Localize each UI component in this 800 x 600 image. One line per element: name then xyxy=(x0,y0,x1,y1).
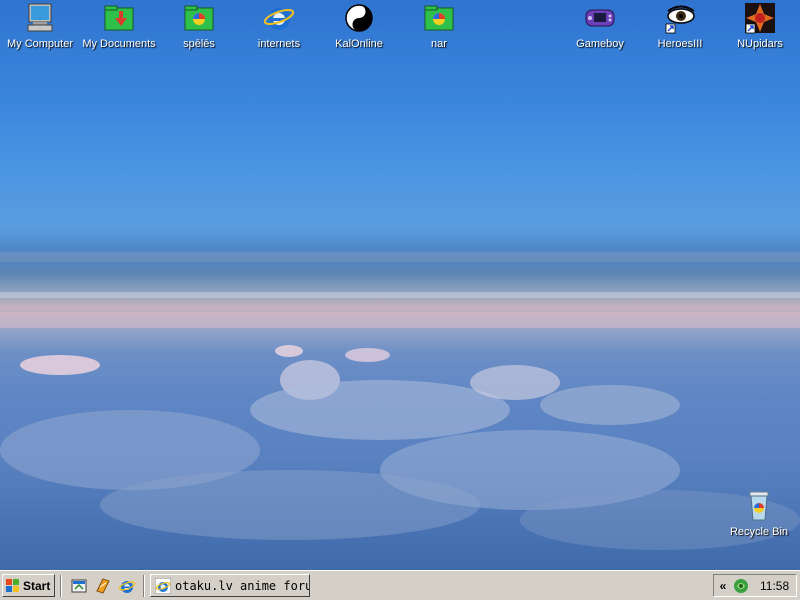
recycle-bin-icon xyxy=(749,491,769,521)
my-documents-icon xyxy=(104,5,134,31)
taskbar-button-otaku[interactable]: otaku.lv anime foru... xyxy=(150,574,310,597)
system-tray: « 11:58 xyxy=(713,574,797,597)
nupidars-icon xyxy=(745,3,775,34)
cloud xyxy=(275,345,303,357)
start-label: Start xyxy=(23,578,51,593)
desktop-icon-recycle-bin[interactable]: Recycle Bin xyxy=(719,490,799,538)
desktop-icon-nar[interactable]: nar xyxy=(399,2,479,50)
desktop-icon-nupidars[interactable]: NUpidars xyxy=(720,2,800,50)
cloud xyxy=(20,355,100,375)
media-icon[interactable] xyxy=(94,577,112,595)
desktop-icon-label: nar xyxy=(431,38,447,50)
desktop-icon-label: Gameboy xyxy=(576,38,624,50)
show-desktop-icon[interactable] xyxy=(70,577,88,595)
internet-explorer-icon[interactable] xyxy=(118,577,136,595)
taskbar-separator xyxy=(143,575,145,597)
internet-explorer-icon xyxy=(263,8,295,30)
heroes-iii-icon xyxy=(665,5,695,34)
horizon-streak xyxy=(0,292,800,298)
horizon-glow xyxy=(0,312,800,328)
desktop-icon-internets[interactable]: internets xyxy=(239,2,319,50)
desktop-icon-kalonline[interactable]: KalOnline xyxy=(319,2,399,50)
internet-explorer-icon xyxy=(155,577,171,594)
cloud xyxy=(280,360,340,400)
start-button[interactable]: Start xyxy=(2,574,55,597)
tray-chevron-icon[interactable]: « xyxy=(716,579,730,593)
taskbar: Start otaku.lv anime foru... « 11 xyxy=(0,570,800,600)
desktop-icon-label: Recycle Bin xyxy=(729,526,789,538)
desktop-icon-my-computer[interactable]: My Computer xyxy=(0,2,80,50)
clock[interactable]: 11:58 xyxy=(760,579,789,593)
desktop: My Computer My Documents spēlēs internet… xyxy=(0,0,800,570)
folder-speles-icon xyxy=(184,5,214,31)
desktop-icon-label: HeroesIII xyxy=(657,38,703,50)
desktop-icon-label: internets xyxy=(257,38,301,50)
desktop-icon-speles[interactable]: spēlēs xyxy=(159,2,239,50)
desktop-icon-heroesiii[interactable]: HeroesIII xyxy=(640,2,720,50)
kalonline-icon xyxy=(345,4,373,32)
desktop-icon-my-documents[interactable]: My Documents xyxy=(79,2,159,50)
taskbar-button-label: otaku.lv anime foru... xyxy=(175,578,309,593)
tray-app-icon[interactable] xyxy=(732,577,750,595)
horizon-streak xyxy=(0,252,800,262)
taskbar-separator xyxy=(60,575,62,597)
cloud xyxy=(380,430,680,510)
cloud xyxy=(470,365,560,400)
desktop-icon-gameboy[interactable]: Gameboy xyxy=(560,2,640,50)
cloud xyxy=(0,410,260,490)
desktop-icon-label: spēlēs xyxy=(183,38,215,50)
cloud xyxy=(345,348,390,362)
cloud xyxy=(540,385,680,425)
desktop-icon-label: My Documents xyxy=(82,38,156,50)
desktop-icon-label: My Computer xyxy=(6,38,74,50)
desktop-icon-label: KalOnline xyxy=(335,38,383,50)
desktop-icon-label: NUpidars xyxy=(737,38,783,50)
gameboy-icon xyxy=(585,9,615,27)
my-computer-icon xyxy=(27,3,53,32)
windows-logo-icon xyxy=(6,578,19,592)
cloud xyxy=(250,380,510,440)
folder-nar-icon xyxy=(424,5,454,31)
cloud xyxy=(100,470,480,540)
